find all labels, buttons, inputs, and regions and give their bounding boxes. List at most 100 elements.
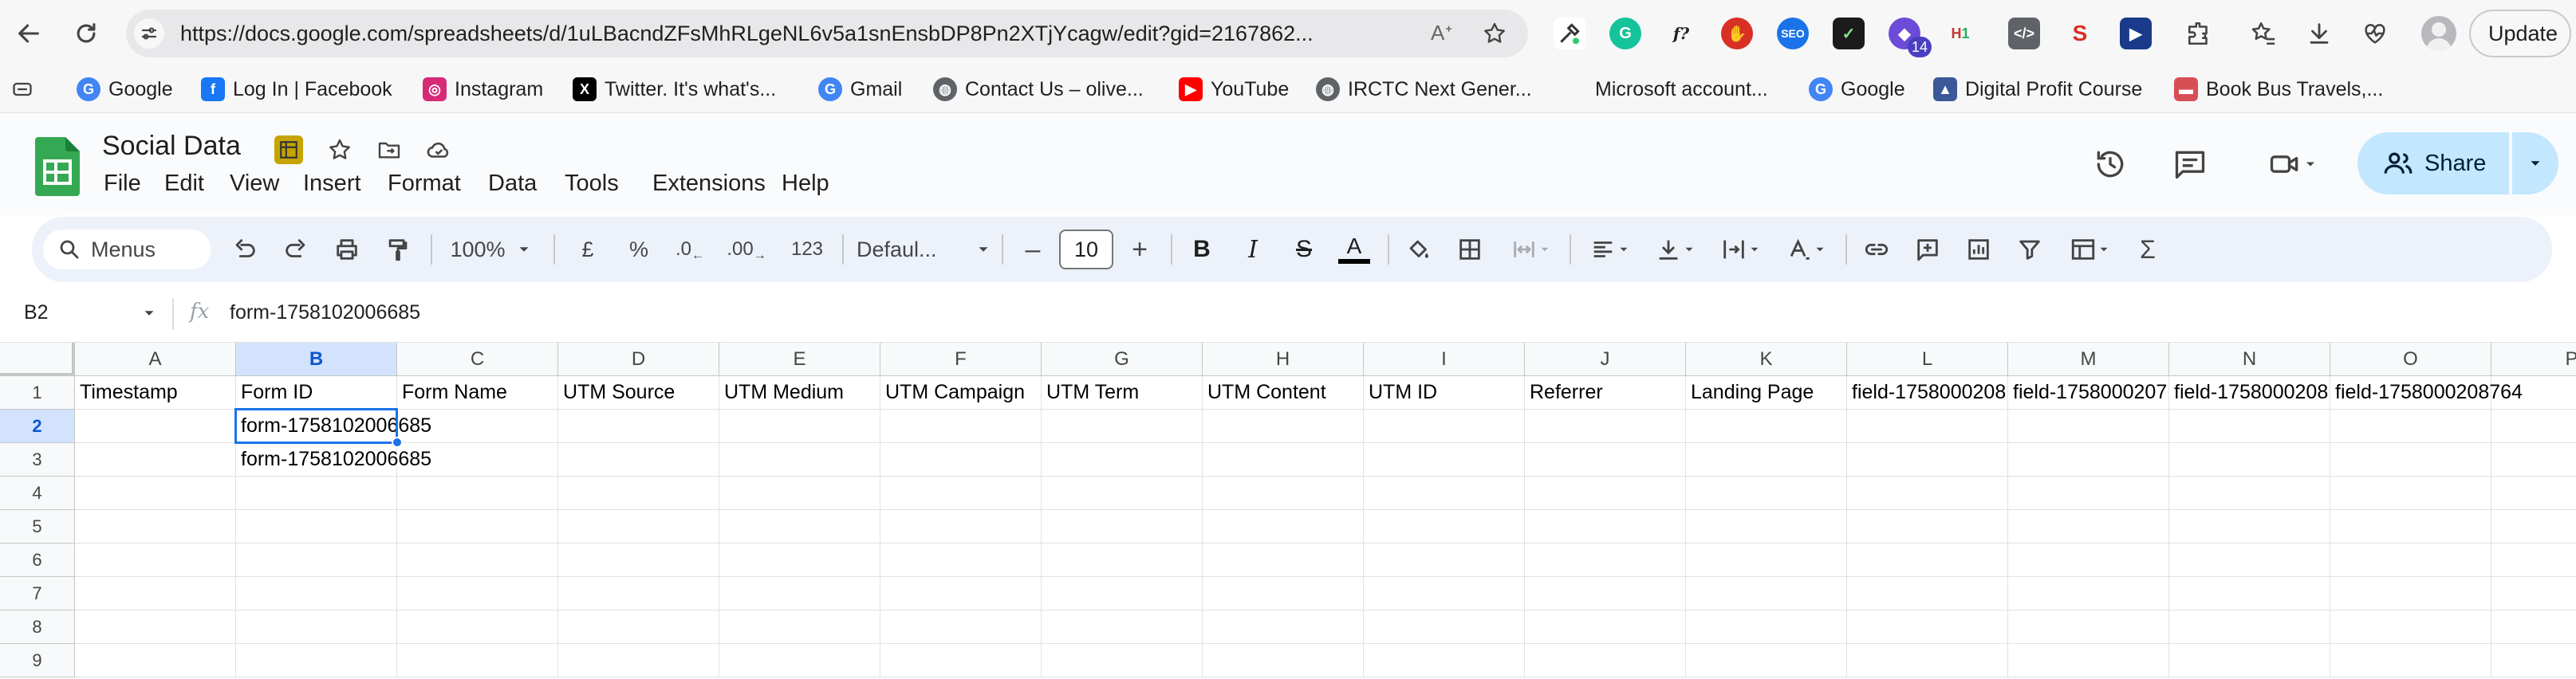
cell-p4[interactable]: [2491, 477, 2576, 510]
column-header-j[interactable]: J: [1525, 343, 1686, 376]
reload-button[interactable]: [69, 16, 104, 51]
cell-o9[interactable]: [2330, 644, 2491, 677]
cell-b4[interactable]: [236, 477, 397, 510]
cell-p2[interactable]: [2491, 410, 2576, 443]
cell-j1[interactable]: Referrer: [1525, 376, 1686, 410]
column-header-d[interactable]: D: [558, 343, 719, 376]
meet-video-icon[interactable]: [2257, 143, 2329, 185]
cell-h8[interactable]: [1203, 610, 1364, 644]
cell-l8[interactable]: [1847, 610, 2008, 644]
zoom-select[interactable]: 100%: [443, 231, 539, 268]
cell-f5[interactable]: [880, 510, 1042, 544]
cell-n1[interactable]: field-1758000208: [2169, 376, 2330, 410]
text-color-button[interactable]: A: [1333, 231, 1375, 268]
cell-m5[interactable]: [2008, 510, 2169, 544]
cell-n4[interactable]: [2169, 477, 2330, 510]
cell-c9[interactable]: [397, 644, 558, 677]
cell-i9[interactable]: [1364, 644, 1525, 677]
horizontal-align-button[interactable]: [1582, 231, 1638, 268]
cell-n9[interactable]: [2169, 644, 2330, 677]
cell-b3[interactable]: form-1758102006685: [236, 443, 431, 477]
filter-views-button[interactable]: [2062, 231, 2118, 268]
column-header-m[interactable]: M: [2008, 343, 2169, 376]
cell-o4[interactable]: [2330, 477, 2491, 510]
cell-k4[interactable]: [1686, 477, 1847, 510]
cell-h9[interactable]: [1203, 644, 1364, 677]
star-bookmark-icon[interactable]: [1482, 21, 1507, 46]
cell-d8[interactable]: [558, 610, 719, 644]
print-button[interactable]: [329, 231, 365, 268]
menu-tools[interactable]: Tools: [565, 171, 619, 197]
cell-e3[interactable]: [719, 443, 880, 477]
cell-g4[interactable]: [1042, 477, 1203, 510]
cell-h1[interactable]: UTM Content: [1203, 376, 1364, 410]
adblock-icon[interactable]: ✋: [1721, 18, 1753, 49]
cell-h6[interactable]: [1203, 544, 1364, 577]
cell-g3[interactable]: [1042, 443, 1203, 477]
share-dropdown-button[interactable]: [2512, 132, 2558, 194]
cell-d4[interactable]: [558, 477, 719, 510]
cell-e5[interactable]: [719, 510, 880, 544]
cell-n2[interactable]: [2169, 410, 2330, 443]
cell-o5[interactable]: [2330, 510, 2491, 544]
cell-j7[interactable]: [1525, 577, 1686, 610]
cell-c2[interactable]: [397, 410, 558, 443]
italic-button[interactable]: I: [1235, 231, 1271, 268]
cell-l4[interactable]: [1847, 477, 2008, 510]
cell-n3[interactable]: [2169, 443, 2330, 477]
cloud-saved-icon[interactable]: [424, 135, 453, 164]
increase-font-size-button[interactable]: +: [1121, 231, 1158, 268]
cell-k6[interactable]: [1686, 544, 1847, 577]
cell-k2[interactable]: [1686, 410, 1847, 443]
cell-j5[interactable]: [1525, 510, 1686, 544]
redo-button[interactable]: [278, 231, 314, 268]
bookmark-microsoft[interactable]: Microsoft account...: [1563, 73, 1768, 105]
font-size-input[interactable]: 10: [1059, 230, 1113, 269]
merge-cells-button[interactable]: [1501, 231, 1562, 268]
cell-l5[interactable]: [1847, 510, 2008, 544]
cell-o1[interactable]: field-1758000208764: [2330, 376, 2523, 410]
number-format-button[interactable]: 123: [785, 231, 829, 268]
cell-f4[interactable]: [880, 477, 1042, 510]
font-family-select[interactable]: Defaul...: [857, 231, 992, 268]
row-header-6[interactable]: 6: [0, 544, 75, 577]
cell-g8[interactable]: [1042, 610, 1203, 644]
cell-c8[interactable]: [397, 610, 558, 644]
cell-d5[interactable]: [558, 510, 719, 544]
bookmark-youtube[interactable]: ▶ YouTube: [1179, 73, 1289, 105]
cell-c7[interactable]: [397, 577, 558, 610]
cell-g6[interactable]: [1042, 544, 1203, 577]
chevron-down-icon[interactable]: [140, 304, 158, 322]
cell-k3[interactable]: [1686, 443, 1847, 477]
cell-a3[interactable]: [75, 443, 236, 477]
cell-o2[interactable]: [2330, 410, 2491, 443]
cell-k5[interactable]: [1686, 510, 1847, 544]
cell-b6[interactable]: [236, 544, 397, 577]
bookmark-digital-profit[interactable]: ▲ Digital Profit Course: [1933, 73, 2142, 105]
cell-g5[interactable]: [1042, 510, 1203, 544]
column-header-k[interactable]: K: [1686, 343, 1847, 376]
extensions-puzzle-icon[interactable]: [2184, 18, 2216, 49]
sheets-logo-icon[interactable]: [35, 137, 80, 196]
cell-h5[interactable]: [1203, 510, 1364, 544]
cell-j2[interactable]: [1525, 410, 1686, 443]
decrease-font-size-button[interactable]: –: [1014, 231, 1051, 268]
cell-l2[interactable]: [1847, 410, 2008, 443]
cell-b8[interactable]: [236, 610, 397, 644]
bookmark-gmail[interactable]: G Gmail: [818, 73, 902, 105]
cell-p9[interactable]: [2491, 644, 2576, 677]
code-extension-icon[interactable]: </>: [2008, 18, 2040, 49]
cell-c6[interactable]: [397, 544, 558, 577]
column-header-c[interactable]: C: [397, 343, 558, 376]
cell-i1[interactable]: UTM ID: [1364, 376, 1525, 410]
cell-a1[interactable]: Timestamp: [75, 376, 236, 410]
download-icon[interactable]: [2303, 18, 2335, 49]
cell-a4[interactable]: [75, 477, 236, 510]
cell-m6[interactable]: [2008, 544, 2169, 577]
cell-l3[interactable]: [1847, 443, 2008, 477]
screen-extension-icon[interactable]: ▶: [2120, 18, 2152, 49]
cell-j4[interactable]: [1525, 477, 1686, 510]
cell-m7[interactable]: [2008, 577, 2169, 610]
cell-j9[interactable]: [1525, 644, 1686, 677]
cell-g2[interactable]: [1042, 410, 1203, 443]
